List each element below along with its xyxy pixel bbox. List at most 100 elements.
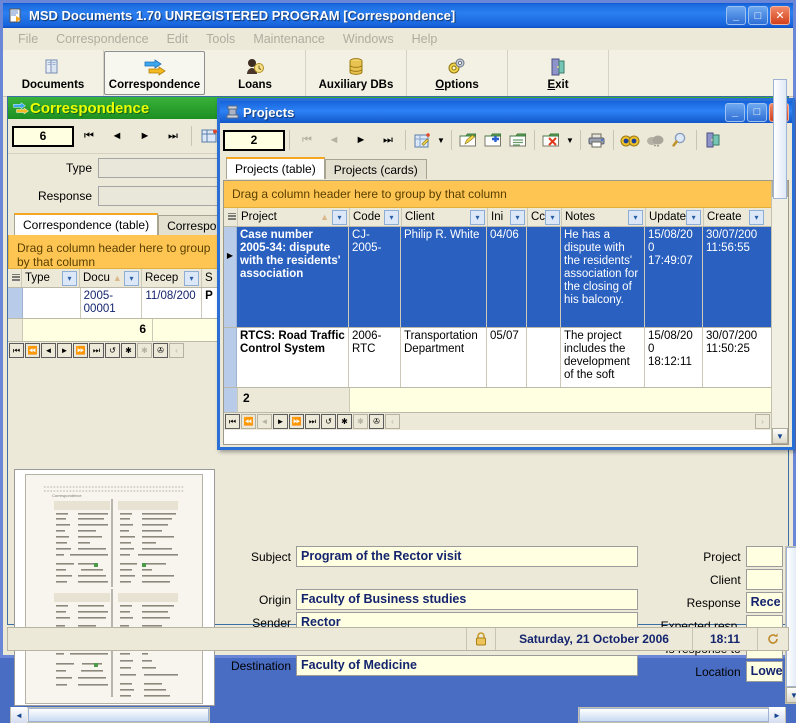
grid-layout-icon[interactable] bbox=[410, 129, 434, 151]
projects-maximize-button[interactable]: □ bbox=[747, 103, 767, 122]
nav-next-button[interactable]: ► bbox=[57, 343, 72, 358]
col-header-code[interactable]: Code ▾ bbox=[350, 208, 402, 226]
dropdown-arrow-icon[interactable]: ▼ bbox=[564, 129, 576, 151]
input-location[interactable]: Lowe bbox=[746, 661, 783, 682]
col-header-recep[interactable]: Recep ▾ bbox=[142, 269, 202, 287]
col-header-ini[interactable]: Ini ▾ bbox=[488, 208, 528, 226]
chevron-down-icon[interactable]: ▾ bbox=[628, 210, 643, 225]
input-origin[interactable]: Faculty of Business studies bbox=[296, 589, 638, 610]
col-header-docu[interactable]: Docu ▲ ▾ bbox=[80, 269, 142, 287]
correspondence-first-button[interactable]: ⏮ bbox=[76, 125, 102, 147]
preview-scroll-thumb[interactable] bbox=[28, 708, 209, 722]
correspondence-record-counter[interactable]: 6 bbox=[12, 126, 74, 147]
maximize-button[interactable]: □ bbox=[748, 6, 768, 25]
chevron-down-icon[interactable]: ▾ bbox=[470, 210, 485, 225]
projects-vscrollbar[interactable]: ▲ ▼ bbox=[771, 181, 788, 444]
detail-scroll-thumb[interactable] bbox=[786, 547, 796, 687]
toolbar-button-options[interactable]: Options bbox=[407, 50, 508, 96]
input-destination[interactable]: Faculty of Medicine bbox=[296, 655, 638, 676]
nav-new-button[interactable]: ✱ bbox=[337, 414, 352, 429]
tab-projects-cards[interactable]: Projects (cards) bbox=[325, 159, 427, 179]
projects-next-button[interactable]: ► bbox=[348, 129, 374, 151]
scroll-left-button[interactable]: ◄ bbox=[11, 707, 27, 723]
menu-item-help[interactable]: Help bbox=[403, 30, 447, 48]
tab-projects-table[interactable]: Projects (table) bbox=[226, 157, 325, 179]
detail-scroll-down-button[interactable]: ▼ bbox=[786, 687, 796, 703]
chevron-down-icon[interactable]: ▾ bbox=[62, 271, 77, 286]
menu-item-correspondence[interactable]: Correspondence bbox=[47, 30, 157, 48]
menu-item-file[interactable]: File bbox=[9, 30, 47, 48]
menu-item-edit[interactable]: Edit bbox=[158, 30, 198, 48]
detail-hscrollbar[interactable]: ► bbox=[578, 707, 786, 723]
cloud-icon[interactable] bbox=[643, 129, 667, 151]
preview-hscrollbar[interactable]: ◄ bbox=[10, 707, 210, 723]
refresh-icon[interactable] bbox=[757, 628, 788, 650]
chevron-down-icon[interactable]: ▾ bbox=[384, 210, 399, 225]
toolbar-button-auxiliary-dbs[interactable]: Auxiliary DBs bbox=[306, 50, 407, 96]
chevron-down-icon[interactable]: ▾ bbox=[510, 210, 525, 225]
edit-record-icon[interactable] bbox=[456, 129, 480, 151]
nav-pagedown-button[interactable]: ⏩ bbox=[73, 343, 88, 358]
nav-last-button[interactable]: ⏭ bbox=[89, 343, 104, 358]
correspondence-next-button[interactable]: ► bbox=[132, 125, 158, 147]
toolbar-button-documents[interactable]: Documents bbox=[3, 50, 104, 96]
correspondence-last-button[interactable]: ⏭ bbox=[160, 125, 186, 147]
scroll-down-button[interactable]: ▼ bbox=[772, 428, 788, 444]
tab-correspondence-table[interactable]: Correspondence (table) bbox=[14, 213, 158, 235]
scroll-right-button[interactable]: ► bbox=[769, 707, 785, 723]
view-record-icon[interactable] bbox=[506, 129, 530, 151]
exit-door-icon[interactable] bbox=[701, 129, 725, 151]
table-row[interactable]: ▶ Case number 2005-34: dispute with the … bbox=[224, 227, 771, 328]
search-icon[interactable] bbox=[668, 129, 692, 151]
table-row[interactable]: RTCS: Road Traffic Control System 2006-R… bbox=[224, 328, 771, 388]
projects-record-counter[interactable]: 2 bbox=[223, 130, 285, 151]
chevron-down-icon[interactable]: ▾ bbox=[545, 210, 560, 225]
col-header-project[interactable]: Project ▲ ▾ bbox=[238, 208, 350, 226]
col-header-notes[interactable]: Notes ▾ bbox=[562, 208, 646, 226]
delete-record-icon[interactable] bbox=[539, 129, 563, 151]
filter-binoculars-icon[interactable] bbox=[618, 129, 642, 151]
padlock-icon[interactable] bbox=[466, 628, 495, 650]
input-client[interactable] bbox=[746, 569, 783, 590]
nav-prev-button[interactable]: ◄ bbox=[41, 343, 56, 358]
projects-minimize-button[interactable]: _ bbox=[725, 103, 745, 122]
nav-next-button[interactable]: ► bbox=[273, 414, 288, 429]
print-icon[interactable] bbox=[585, 129, 609, 151]
close-button[interactable]: ✕ bbox=[770, 6, 790, 25]
dropdown-arrow-icon[interactable]: ▼ bbox=[435, 129, 447, 151]
projects-group-hint[interactable]: Drag a column header here to group by th… bbox=[224, 181, 771, 208]
projects-last-button[interactable]: ⏭ bbox=[375, 129, 401, 151]
input-subject[interactable]: Program of the Rector visit bbox=[296, 546, 638, 567]
input-project[interactable] bbox=[746, 546, 783, 567]
nav-new-button[interactable]: ✱ bbox=[121, 343, 136, 358]
nav-pageup-button[interactable]: ⏪ bbox=[25, 343, 40, 358]
menu-item-maintenance[interactable]: Maintenance bbox=[244, 30, 334, 48]
toolbar-button-loans[interactable]: Loans bbox=[205, 50, 306, 96]
grid-menu-icon[interactable] bbox=[224, 208, 238, 226]
chevron-down-icon[interactable]: ▾ bbox=[124, 271, 139, 286]
col-header-type[interactable]: Type ▾ bbox=[22, 269, 80, 287]
chevron-down-icon[interactable]: ▾ bbox=[686, 210, 701, 225]
nav-refresh-button[interactable]: ↺ bbox=[105, 343, 120, 358]
detail-hscroll-thumb[interactable] bbox=[579, 708, 769, 722]
col-header-cc[interactable]: Cc ▾ bbox=[528, 208, 562, 226]
nav-last-button[interactable]: ⏭ bbox=[305, 414, 320, 429]
nav-filter-button[interactable]: ✇ bbox=[369, 414, 384, 429]
nav-pagedown-button[interactable]: ⏩ bbox=[289, 414, 304, 429]
col-header-client[interactable]: Client ▾ bbox=[402, 208, 488, 226]
nav-first-button[interactable]: ⏮ bbox=[225, 414, 240, 429]
projects-scroll-thumb[interactable] bbox=[773, 79, 787, 199]
correspondence-group-hint[interactable]: Drag a column header here to group by th… bbox=[8, 235, 225, 269]
chevron-down-icon[interactable]: ▾ bbox=[749, 210, 764, 225]
grid-menu-icon[interactable] bbox=[8, 269, 22, 287]
input-response[interactable]: Rece bbox=[746, 592, 783, 613]
col-header-update[interactable]: Update ▾ bbox=[646, 208, 704, 226]
minimize-button[interactable]: _ bbox=[726, 6, 746, 25]
col-header-create[interactable]: Create ▾ bbox=[704, 208, 766, 226]
menu-item-windows[interactable]: Windows bbox=[334, 30, 403, 48]
add-record-icon[interactable] bbox=[481, 129, 505, 151]
chevron-down-icon[interactable]: ▾ bbox=[332, 210, 347, 225]
nav-first-button[interactable]: ⏮ bbox=[9, 343, 24, 358]
toolbar-button-correspondence[interactable]: Correspondence bbox=[104, 51, 205, 95]
correspondence-table-row[interactable]: 2005-00001 11/08/200 P bbox=[8, 288, 225, 319]
